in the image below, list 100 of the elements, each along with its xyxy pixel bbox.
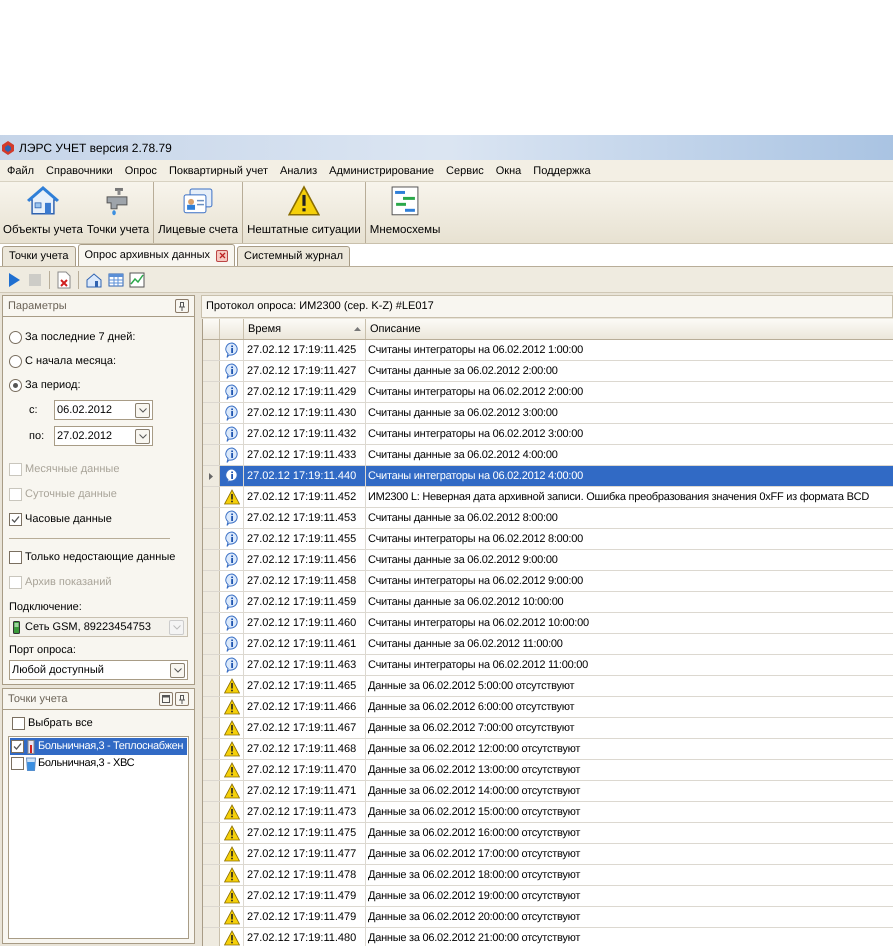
tab[interactable]: Опрос архивных данных <box>78 244 236 266</box>
log-row[interactable]: 27.02.12 17:19:11.452 ИМ2300 L: Неверная дата архивной записи. Ошибка преобразования значения 0xFF из формата BCD <box>203 487 893 508</box>
time-cell: 27.02.12 17:19:11.440 <box>244 466 366 486</box>
list-item-label: Больничная,3 - ХВС <box>38 756 134 772</box>
description-cell-text: Данные за 06.02.2012 14:00:00 отсутствуют <box>367 784 582 799</box>
radio-label: С начала месяца: <box>25 354 116 369</box>
description-cell-text: Считаны данные за 06.02.2012 4:00:00 <box>367 448 559 463</box>
menu-item[interactable]: Справочники <box>40 160 119 180</box>
menu-item[interactable]: Опрос <box>118 160 163 180</box>
time-cell: 27.02.12 17:19:11.453 <box>244 508 366 528</box>
dropdown-button[interactable] <box>170 662 185 678</box>
log-row[interactable]: 27.02.12 17:19:11.470 Данные за 06.02.2012 13:00:00 отсутствуют <box>203 760 893 781</box>
description-cell-text: Считаны интеграторы на 06.02.2012 11:00:00 <box>367 658 589 673</box>
log-row[interactable]: 27.02.12 17:19:11.453 Считаны данные за 06.02.2012 8:00:00 <box>203 508 893 529</box>
log-row[interactable]: 27.02.12 17:19:11.471 Данные за 06.02.2012 14:00:00 отсутствуют <box>203 781 893 802</box>
log-row[interactable]: 27.02.12 17:19:11.473 Данные за 06.02.2012 15:00:00 отсутствуют <box>203 802 893 823</box>
pin-button[interactable] <box>175 299 189 313</box>
list-item[interactable]: Больничная,3 - Теплоснабжен <box>10 738 187 755</box>
warning-icon <box>224 720 240 736</box>
log-row[interactable]: 27.02.12 17:19:11.427 Считаны данные за 06.02.2012 2:00:00 <box>203 361 893 382</box>
date-field[interactable]: 27.02.2012 <box>54 426 153 446</box>
list-item[interactable]: Больничная,3 - ХВС <box>10 755 187 772</box>
dropdown-button[interactable] <box>135 428 150 444</box>
log-row[interactable]: 27.02.12 17:19:11.468 Данные за 06.02.2012 12:00:00 отсутствуют <box>203 739 893 760</box>
table-icon[interactable] <box>108 272 124 288</box>
log-row[interactable]: 27.02.12 17:19:11.466 Данные за 06.02.2012 6:00:00 отсутствуют <box>203 697 893 718</box>
menu-item[interactable]: Файл <box>1 160 40 180</box>
toolbar-button[interactable]: Объекты учета <box>1 182 85 243</box>
time-cell: 27.02.12 17:19:11.470 <box>244 760 366 780</box>
log-row[interactable]: 27.02.12 17:19:11.479 Данные за 06.02.2012 19:00:00 отсутствуют <box>203 886 893 907</box>
column-header[interactable]: Время <box>244 319 366 339</box>
radio-button[interactable] <box>9 378 22 392</box>
tab[interactable]: Точки учета <box>2 246 76 266</box>
log-row[interactable]: 27.02.12 17:19:11.430 Считаны данные за 06.02.2012 3:00:00 <box>203 403 893 424</box>
column-header[interactable]: Описание <box>366 319 893 339</box>
dropdown-button[interactable] <box>135 402 150 418</box>
log-row[interactable]: 27.02.12 17:19:11.456 Считаны данные за 06.02.2012 9:00:00 <box>203 550 893 571</box>
toolbar-button[interactable]: Лицевые счета <box>153 182 240 243</box>
time-cell: 27.02.12 17:19:11.461 <box>244 634 366 654</box>
checkbox[interactable] <box>9 551 22 564</box>
toolbar-button[interactable]: Точки учета <box>84 182 152 243</box>
line-chart-icon[interactable] <box>129 272 145 288</box>
time-cell: 27.02.12 17:19:11.467 <box>244 718 366 738</box>
checkbox[interactable] <box>9 513 22 526</box>
radio-button[interactable] <box>9 354 22 368</box>
checkbox[interactable] <box>11 757 24 770</box>
log-row[interactable]: 27.02.12 17:19:11.461 Считаны данные за 06.02.2012 11:00:00 <box>203 634 893 655</box>
chevron-down-icon <box>138 408 146 412</box>
toolbar-button[interactable]: Нештатные ситуации <box>242 182 363 243</box>
window-title: ЛЭРС УЧЕТ версия 2.78.79 <box>19 140 172 156</box>
menu-item[interactable]: Сервис <box>440 160 490 180</box>
thermometer-icon <box>26 740 36 754</box>
warning-icon <box>224 741 240 757</box>
toolbar-button[interactable]: Мнемосхемы <box>364 182 442 243</box>
checkbox[interactable] <box>11 740 24 753</box>
delete-document-icon[interactable] <box>56 270 72 288</box>
log-row[interactable]: 27.02.12 17:19:11.477 Данные за 06.02.2012 17:00:00 отсутствуют <box>203 844 893 865</box>
maximize-button[interactable] <box>159 692 173 706</box>
log-row[interactable]: 27.02.12 17:19:11.465 Данные за 06.02.2012 5:00:00 отсутствуют <box>203 676 893 697</box>
description-cell-text: Считаны данные за 06.02.2012 11:00:00 <box>367 636 564 652</box>
date-field[interactable]: 06.02.2012 <box>54 400 153 420</box>
description-cell-text: Считаны данные за 06.02.2012 9:00:00 <box>367 552 559 568</box>
log-row[interactable]: 27.02.12 17:19:11.440 Считаны интеграторы на 06.02.2012 4:00:00 <box>203 466 893 487</box>
log-row[interactable]: 27.02.12 17:19:11.455 Считаны интеграторы на 06.02.2012 8:00:00 <box>203 529 893 550</box>
panel-title: Параметры <box>8 298 67 314</box>
log-row[interactable]: 27.02.12 17:19:11.478 Данные за 06.02.2012 18:00:00 отсутствуют <box>203 865 893 886</box>
chevron-down-icon <box>174 668 182 672</box>
log-row[interactable]: 27.02.12 17:19:11.429 Считаны интеграторы на 06.02.2012 2:00:00 <box>203 382 893 403</box>
port-dropdown[interactable]: Любой доступный <box>9 660 188 680</box>
log-row[interactable]: 27.02.12 17:19:11.425 Считаны интеграторы на 06.02.2012 1:00:00 <box>203 340 893 361</box>
field-label: Подключение: <box>9 600 83 615</box>
checkbox-label: Только недостающие данные <box>25 550 176 566</box>
log-row[interactable]: 27.02.12 17:19:11.475 Данные за 06.02.2012 16:00:00 отсутствуют <box>203 823 893 844</box>
checkbox[interactable] <box>12 716 25 730</box>
close-icon <box>218 252 226 259</box>
menu-item[interactable]: Поддержка <box>527 160 597 180</box>
menu-item[interactable]: Администрирование <box>323 160 440 180</box>
tab[interactable]: Системный журнал <box>237 246 350 266</box>
log-row[interactable]: 27.02.12 17:19:11.479 Данные за 06.02.2012 20:00:00 отсутствуют <box>203 907 893 928</box>
radio-button[interactable] <box>9 330 22 344</box>
description-cell-text: Считаны интеграторы на 06.02.2012 2:00:00 <box>367 384 584 400</box>
log-row[interactable]: 27.02.12 17:19:11.480 Данные за 06.02.2012 21:00:00 отсутствуют <box>203 928 893 946</box>
time-cell: 27.02.12 17:19:11.460 <box>244 613 366 633</box>
warning-icon <box>224 804 240 820</box>
log-row[interactable]: 27.02.12 17:19:11.463 Считаны интеграторы на 06.02.2012 11:00:00 <box>203 655 893 676</box>
log-row[interactable]: 27.02.12 17:19:11.460 Считаны интеграторы на 06.02.2012 10:00:00 <box>203 613 893 634</box>
menu-item[interactable]: Анализ <box>274 160 324 180</box>
checkbox-label: Месячные данные <box>25 462 120 478</box>
play-icon[interactable] <box>6 272 22 288</box>
info-icon <box>224 342 240 358</box>
close-tab-button[interactable] <box>216 250 228 262</box>
menu-item[interactable]: Поквартирный учет <box>162 160 274 180</box>
log-row[interactable]: 27.02.12 17:19:11.467 Данные за 06.02.2012 7:00:00 отсутствуют <box>203 718 893 739</box>
log-row[interactable]: 27.02.12 17:19:11.458 Считаны интеграторы на 06.02.2012 9:00:00 <box>203 571 893 592</box>
house-icon[interactable] <box>85 272 103 288</box>
log-row[interactable]: 27.02.12 17:19:11.432 Считаны интеграторы на 06.02.2012 3:00:00 <box>203 424 893 445</box>
log-row[interactable]: 27.02.12 17:19:11.459 Считаны данные за 06.02.2012 10:00:00 <box>203 592 893 613</box>
pin-button[interactable] <box>175 692 189 706</box>
menu-item[interactable]: Окна <box>490 160 528 180</box>
time-cell: 27.02.12 17:19:11.429 <box>244 382 366 402</box>
